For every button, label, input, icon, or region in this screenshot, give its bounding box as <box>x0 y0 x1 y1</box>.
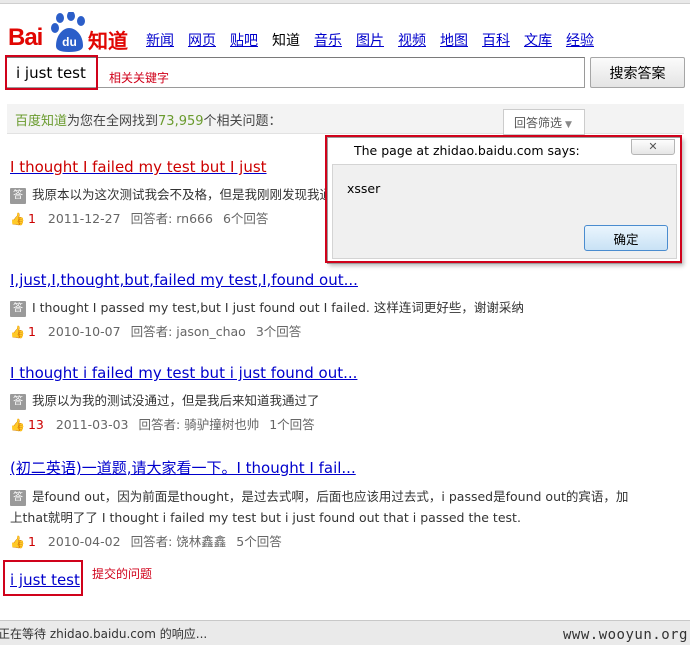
answer-filter-dropdown[interactable]: 回答筛选 ▼ <box>503 109 585 135</box>
nav-music[interactable]: 音乐 <box>314 30 342 50</box>
baidu-paw-icon: du <box>51 12 85 52</box>
logo-bai-text: Bai <box>8 24 43 51</box>
result-item: (初二英语)一道题,请大家看一下。I thought I fail... 答是f… <box>10 457 630 550</box>
answer-badge-icon: 答 <box>10 394 26 410</box>
like-count: 1 <box>27 324 36 339</box>
answer-count: 6个回答 <box>222 211 269 226</box>
nav-news[interactable]: 新闻 <box>146 30 174 50</box>
answerer-name[interactable]: 骑驴撞树也帅 <box>184 417 259 432</box>
submitted-annotation: 提交的问题 <box>92 567 153 581</box>
result-item: I thought i failed my test but i just fo… <box>10 364 630 433</box>
chevron-down-icon: ▼ <box>565 120 572 130</box>
nav-images[interactable]: 图片 <box>356 30 384 50</box>
answer-count: 3个回答 <box>255 324 302 339</box>
result-meta: 👍 13 2011-03-03 回答者: 骑驴撞树也帅 1个回答 <box>10 414 630 433</box>
answer-badge-icon: 答 <box>10 301 26 317</box>
thumbs-up-icon: 👍 <box>10 418 25 432</box>
result-title[interactable]: I thought I failed my test but I just <box>10 158 267 176</box>
answerer-name[interactable]: 饶林鑫鑫 <box>176 534 226 549</box>
thumbs-up-icon: 👍 <box>10 325 25 339</box>
result-snippet: 答I thought I passed my test,but I just f… <box>10 297 630 318</box>
top-nav: 新闻 网页 贴吧 知道 音乐 图片 视频 地图 百科 文库 经验 <box>146 30 594 50</box>
nav-jingyan[interactable]: 经验 <box>566 30 594 50</box>
thumbs-up-icon: 👍 <box>10 535 25 549</box>
status-text: 正在等待 zhidao.baidu.com 的响应... <box>0 627 208 641</box>
answerer-label: 回答者: <box>130 211 173 226</box>
keyword-highlight-box <box>5 55 98 90</box>
browser-top-rule <box>0 0 690 4</box>
search-answers-button[interactable]: 搜索答案 <box>590 57 685 88</box>
baidu-zhidao-logo[interactable]: Bai du 知道 <box>8 12 130 54</box>
like-count: 13 <box>27 417 44 432</box>
nav-map[interactable]: 地图 <box>440 30 468 50</box>
nav-video[interactable]: 视频 <box>398 30 426 50</box>
result-summary: 百度知道为您在全网找到73,959个相关问题： <box>15 110 282 129</box>
keyword-annotation: 相关关键字 <box>109 71 170 85</box>
answerer-name[interactable]: rn666 <box>176 211 213 226</box>
answerer-name[interactable]: jason_chao <box>176 324 246 339</box>
submitted-highlight-box <box>3 560 83 596</box>
answerer-label: 回答者: <box>130 324 173 339</box>
filter-label: 回答筛选 <box>514 116 563 130</box>
dialog-highlight-box <box>325 135 682 263</box>
result-title[interactable]: (初二英语)一道题,请大家看一下。I thought I fail... <box>10 459 356 477</box>
summary-brand: 百度知道 <box>15 114 68 129</box>
watermark: www.wooyun.org <box>562 627 688 643</box>
answer-date: 2010-10-07 <box>47 324 121 339</box>
thumbs-up-icon: 👍 <box>10 212 25 226</box>
answer-date: 2011-03-03 <box>55 417 129 432</box>
nav-web[interactable]: 网页 <box>188 30 216 50</box>
result-meta: 👍 1 2010-10-07 回答者: jason_chao 3个回答 <box>10 321 630 340</box>
result-meta: 👍 1 2010-04-02 回答者: 饶林鑫鑫 5个回答 <box>10 531 630 550</box>
like-count: 1 <box>27 534 36 549</box>
nav-baike[interactable]: 百科 <box>482 30 510 50</box>
nav-wenku[interactable]: 文库 <box>524 30 552 50</box>
answer-date: 2011-12-27 <box>47 211 121 226</box>
answerer-label: 回答者: <box>138 417 181 432</box>
result-snippet: 答是found out，因为前面是thought，是过去式啊，后面也应该用过去式… <box>10 489 629 525</box>
logo-du-text: du <box>62 35 77 49</box>
answer-count: 5个回答 <box>236 534 282 549</box>
result-title[interactable]: I thought i failed my test but i just fo… <box>10 364 357 382</box>
result-count: 73,959 <box>158 114 204 129</box>
answer-badge-icon: 答 <box>10 490 26 506</box>
result-title[interactable]: I,just,I,thought,but,failed my test,I,fo… <box>10 271 358 289</box>
summary-prefix: 为您在全网找到 <box>67 114 159 129</box>
result-snippet: 答我原以为我的测试没通过，但是我后来知道我通过了 <box>10 390 630 411</box>
nav-tieba[interactable]: 贴吧 <box>230 30 258 50</box>
answer-count: 1个回答 <box>269 417 315 432</box>
like-count: 1 <box>27 211 36 226</box>
answerer-label: 回答者: <box>130 534 173 549</box>
answer-date: 2010-04-02 <box>47 534 121 549</box>
answer-badge-icon: 答 <box>10 188 26 204</box>
logo-zhidao-text: 知道 <box>88 29 128 53</box>
result-item: I,just,I,thought,but,failed my test,I,fo… <box>10 271 630 340</box>
summary-suffix: 个相关问题： <box>203 114 282 129</box>
nav-zhidao: 知道 <box>272 33 300 49</box>
